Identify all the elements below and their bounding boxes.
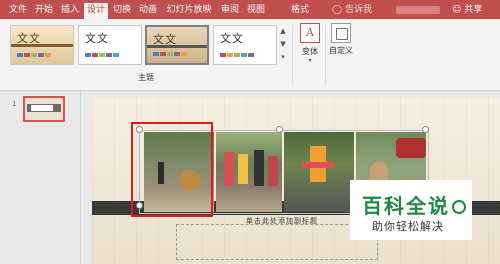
tab-view[interactable]: 视图 <box>244 3 268 18</box>
ribbon-tab-bar: 文件 开始 插入 设计 切换 动画 幻灯片放映 审阅 视图 格式 ◯ 告诉我 ☺… <box>0 0 500 19</box>
theme-sample-text: 文文 <box>220 32 244 45</box>
tab-review[interactable]: 审阅 <box>218 3 242 18</box>
highlight-rectangle <box>131 122 213 217</box>
lightbulb-icon: ◯ <box>332 5 343 15</box>
group-divider <box>292 25 293 85</box>
tell-me-box[interactable]: ◯ 告诉我 <box>332 3 392 17</box>
share-label: 共享 <box>464 5 483 15</box>
theme-sample-text: 文文 <box>85 32 109 45</box>
watermark-title: 百科全说 <box>362 194 450 218</box>
chevron-down-icon: ▾ <box>308 57 312 64</box>
theme-thumbnail-4[interactable]: 文文 <box>213 25 277 65</box>
tab-design[interactable]: 设计 <box>84 3 108 19</box>
watermark-circle-icon <box>452 200 466 214</box>
share-button[interactable]: ☺ 共享 <box>452 3 482 17</box>
group-divider <box>325 25 326 85</box>
theme-stripe <box>147 45 207 48</box>
watermark-logo: 百科全说 助你轻松解决 <box>350 180 472 240</box>
variant-icon: A <box>300 23 320 43</box>
resize-handle-tr[interactable] <box>422 126 429 133</box>
person-icon: ☺ <box>452 5 462 15</box>
ribbon-design: 文文 文文 文文 文文 ▲ ▼ ▾ 主题 A 变体 ▾ 自定义 <box>0 19 500 91</box>
theme-colors <box>153 52 187 56</box>
customize-label: 自定义 <box>329 46 353 55</box>
theme-thumbnail-2[interactable]: 文文 <box>78 25 142 65</box>
tell-me-label: 告诉我 <box>344 5 372 15</box>
theme-group-label: 主题 <box>138 73 154 82</box>
theme-colors <box>220 53 254 57</box>
theme-gallery-scroller[interactable]: ▲ ▼ ▾ <box>278 25 288 65</box>
watermark-subtitle: 助你轻松解决 <box>372 220 444 233</box>
resize-handle-tm[interactable] <box>276 126 283 133</box>
theme-thumbnail-3-selected[interactable]: 文文 <box>145 25 209 65</box>
tab-animations[interactable]: 动画 <box>136 3 160 18</box>
tab-file[interactable]: 文件 <box>6 3 30 18</box>
tab-format[interactable]: 格式 <box>287 3 313 18</box>
scroll-up-icon[interactable]: ▲ <box>278 25 288 38</box>
theme-thumbnail-1[interactable]: 文文 <box>10 25 74 65</box>
thumb-title-area <box>31 105 53 111</box>
tab-slideshow[interactable]: 幻灯片放映 <box>163 3 215 18</box>
slide-thumbnail-1[interactable] <box>23 96 65 122</box>
slide-size-icon <box>331 23 351 43</box>
subtitle-placeholder[interactable] <box>176 224 378 260</box>
scroll-down-icon[interactable]: ▼ <box>278 38 288 51</box>
customize-button[interactable]: 自定义 <box>328 23 354 56</box>
blurred-user-name <box>396 6 440 14</box>
theme-colors <box>17 53 51 57</box>
tab-insert[interactable]: 插入 <box>58 3 82 18</box>
variant-button[interactable]: A 变体 ▾ <box>296 23 324 64</box>
tab-home[interactable]: 开始 <box>32 3 56 18</box>
more-icon[interactable]: ▾ <box>278 51 288 64</box>
variant-label: 变体 <box>302 47 318 56</box>
theme-colors <box>85 53 119 57</box>
tab-transitions[interactable]: 切换 <box>110 3 134 18</box>
theme-stripe <box>11 44 73 47</box>
slide-number: 1 <box>12 100 17 108</box>
